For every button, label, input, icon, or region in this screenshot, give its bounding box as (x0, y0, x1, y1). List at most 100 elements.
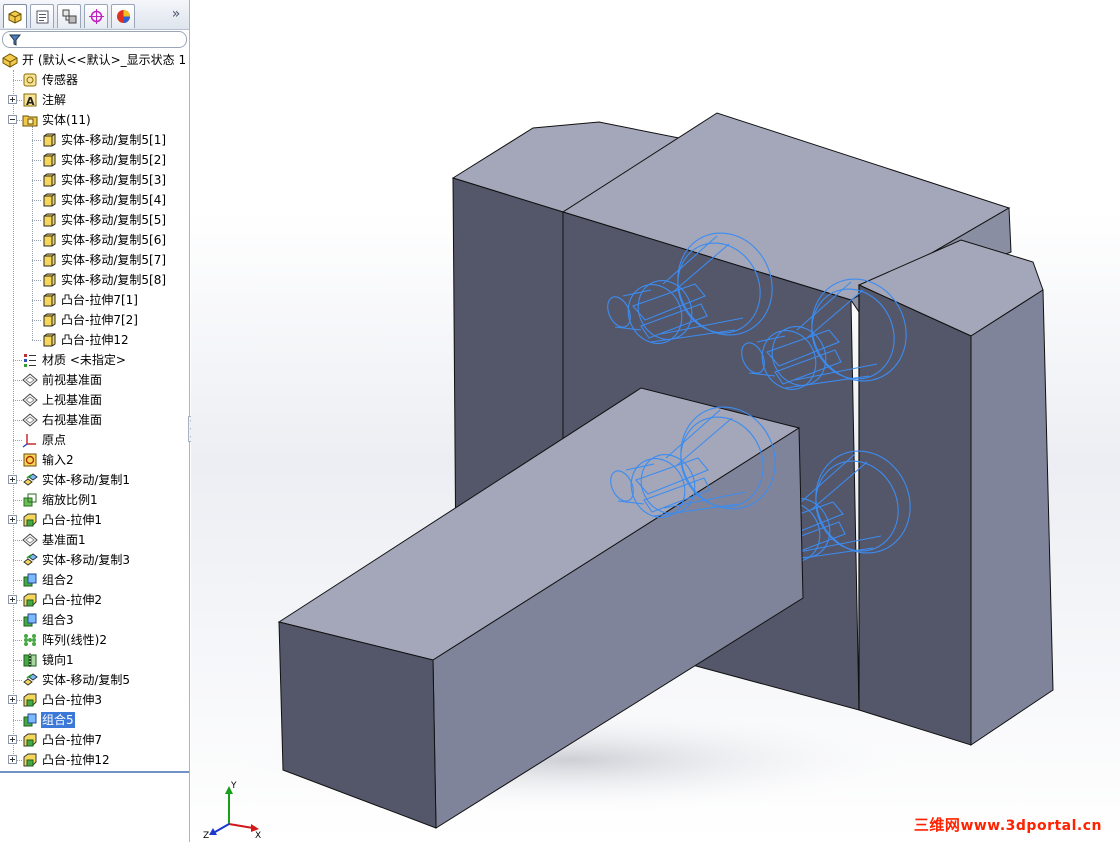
tree-item[interactable]: 凸台-拉伸7[2] (0, 310, 189, 330)
tree-item[interactable]: 实体-移动/复制5[5] (0, 210, 189, 230)
tab-display-manager[interactable] (111, 4, 135, 28)
graphics-area[interactable]: Y X Z 三维网www.3dportal.cn (191, 0, 1120, 842)
tree-item-label: 右视基准面 (42, 413, 103, 427)
expand-icon[interactable] (8, 475, 17, 484)
annotation-icon: A (22, 92, 38, 108)
solid-body-icon (41, 272, 57, 288)
solid-body-icon (41, 212, 57, 228)
tab-feature-tree[interactable] (3, 4, 27, 28)
dimxpert-icon (89, 9, 104, 24)
tree-item-label: 实体-移动/复制5[2] (61, 153, 167, 167)
tree-item-label: 实体-移动/复制5[6] (61, 233, 167, 247)
tree-item[interactable]: 凸台-拉伸2 (0, 590, 189, 610)
tree-item-label: 实体(11) (42, 113, 91, 127)
feature-manager-tabs: » (0, 0, 189, 30)
feature-manager-panel: » 开 (默认<<默认>_显示状态 1 传感器 A 注解实体(11) 实体-移动/复制5… (0, 0, 190, 842)
tree-item[interactable]: 组合5 (0, 710, 189, 730)
tree-item-label: 凸台-拉伸12 (42, 753, 110, 767)
tree-connector (32, 160, 41, 161)
tree-item-label: 凸台-拉伸3 (42, 693, 102, 707)
tree-item[interactable]: 前视基准面 (0, 370, 189, 390)
feature-tree-filter[interactable] (2, 31, 187, 48)
tree-item-label: 材质 <未指定> (42, 353, 126, 367)
tree-item-label: 凸台-拉伸2 (42, 593, 102, 607)
tree-item-label: 基准面1 (42, 533, 86, 547)
tree-item[interactable]: 凸台-拉伸12 (0, 330, 189, 350)
tree-item[interactable]: 原点 (0, 430, 189, 450)
tree-item[interactable]: 传感器 (0, 70, 189, 90)
tree-item[interactable]: 实体-移动/复制5[7] (0, 250, 189, 270)
tree-item-label: 组合5 (41, 712, 75, 728)
sensor-icon (22, 72, 38, 88)
tree-item[interactable]: 上视基准面 (0, 390, 189, 410)
expand-icon[interactable] (8, 95, 17, 104)
tree-item-label: 实体-移动/复制5[7] (61, 253, 167, 267)
expand-panel-icon[interactable]: » (169, 6, 183, 22)
tree-item[interactable]: 凸台-拉伸12 (0, 750, 189, 770)
tree-connector (13, 560, 22, 561)
tree-item[interactable]: 实体-移动/复制5[2] (0, 150, 189, 170)
tree-item[interactable]: 实体-移动/复制5[3] (0, 170, 189, 190)
tree-item[interactable]: 实体-移动/复制1 (0, 470, 189, 490)
tree-item[interactable]: 基准面1 (0, 530, 189, 550)
expand-icon[interactable] (8, 735, 17, 744)
tab-dimxpert[interactable] (84, 4, 108, 28)
tree-item[interactable]: 凸台-拉伸3 (0, 690, 189, 710)
tree-item[interactable]: 阵列(线性)2 (0, 630, 189, 650)
solid-body-icon (41, 332, 57, 348)
solid-body-icon (41, 172, 57, 188)
tree-item[interactable]: 镜向1 (0, 650, 189, 670)
tree-item[interactable]: 实体-移动/复制5[1] (0, 130, 189, 150)
move-copy-icon (22, 552, 38, 568)
display-manager-icon (117, 10, 130, 23)
tab-configuration-manager[interactable] (57, 4, 81, 28)
axis-triad: Y X Z (203, 781, 261, 840)
expand-icon[interactable] (8, 755, 17, 764)
tree-item[interactable]: A 注解 (0, 90, 189, 110)
tree-item[interactable]: 实体(11) (0, 110, 189, 130)
tree-item[interactable]: 缩放比例1 (0, 490, 189, 510)
solid-body-icon (41, 192, 57, 208)
tree-connector (13, 460, 22, 461)
move-copy-icon (22, 472, 38, 488)
tree-item[interactable]: 实体-移动/复制5 (0, 670, 189, 690)
tree-connector (32, 220, 41, 221)
tree-item[interactable]: 右视基准面 (0, 410, 189, 430)
tree-item[interactable]: 凸台-拉伸7 (0, 730, 189, 750)
tree-connector (32, 200, 41, 201)
tree-root-item[interactable]: 开 (默认<<默认>_显示状态 1 (0, 50, 189, 70)
tree-item[interactable]: 组合2 (0, 570, 189, 590)
tree-connector (13, 500, 22, 501)
tree-item[interactable]: 组合3 (0, 610, 189, 630)
configuration-manager-icon (62, 9, 77, 24)
tab-property-manager[interactable] (30, 4, 54, 28)
watermark-cn: 三维网 (913, 816, 961, 834)
tree-item-label: 凸台-拉伸7 (42, 733, 102, 747)
imported-body-icon (22, 452, 38, 468)
filter-icon (9, 34, 21, 46)
tree-item-label: 实体-移动/复制5[1] (61, 133, 167, 147)
tree-item-label: 实体-移动/复制3 (42, 553, 131, 567)
tree-item[interactable]: 实体-移动/复制3 (0, 550, 189, 570)
tree-item[interactable]: 实体-移动/复制5[4] (0, 190, 189, 210)
expand-icon[interactable] (8, 515, 17, 524)
tree-item[interactable]: 实体-移动/复制5[8] (0, 270, 189, 290)
extrude-boss-icon (22, 512, 38, 528)
expand-icon[interactable] (8, 595, 17, 604)
tree-item[interactable]: 实体-移动/复制5[6] (0, 230, 189, 250)
tree-item-label: 组合3 (42, 613, 74, 627)
tree-item-label: 凸台-拉伸7[1] (61, 293, 138, 307)
model-viewport[interactable] (191, 0, 1120, 842)
linear-pattern-icon (22, 632, 38, 648)
combine-icon (22, 712, 38, 728)
solid-body-icon (41, 292, 57, 308)
collapse-icon[interactable] (8, 115, 17, 124)
tree-item[interactable]: 凸台-拉伸7[1] (0, 290, 189, 310)
tree-item-label: 缩放比例1 (42, 493, 98, 507)
tree-item[interactable]: 输入2 (0, 450, 189, 470)
combine-icon (22, 612, 38, 628)
tree-item[interactable]: 材质 <未指定> (0, 350, 189, 370)
tree-item[interactable]: 凸台-拉伸1 (0, 510, 189, 530)
tree-connector (13, 660, 22, 661)
expand-icon[interactable] (8, 695, 17, 704)
